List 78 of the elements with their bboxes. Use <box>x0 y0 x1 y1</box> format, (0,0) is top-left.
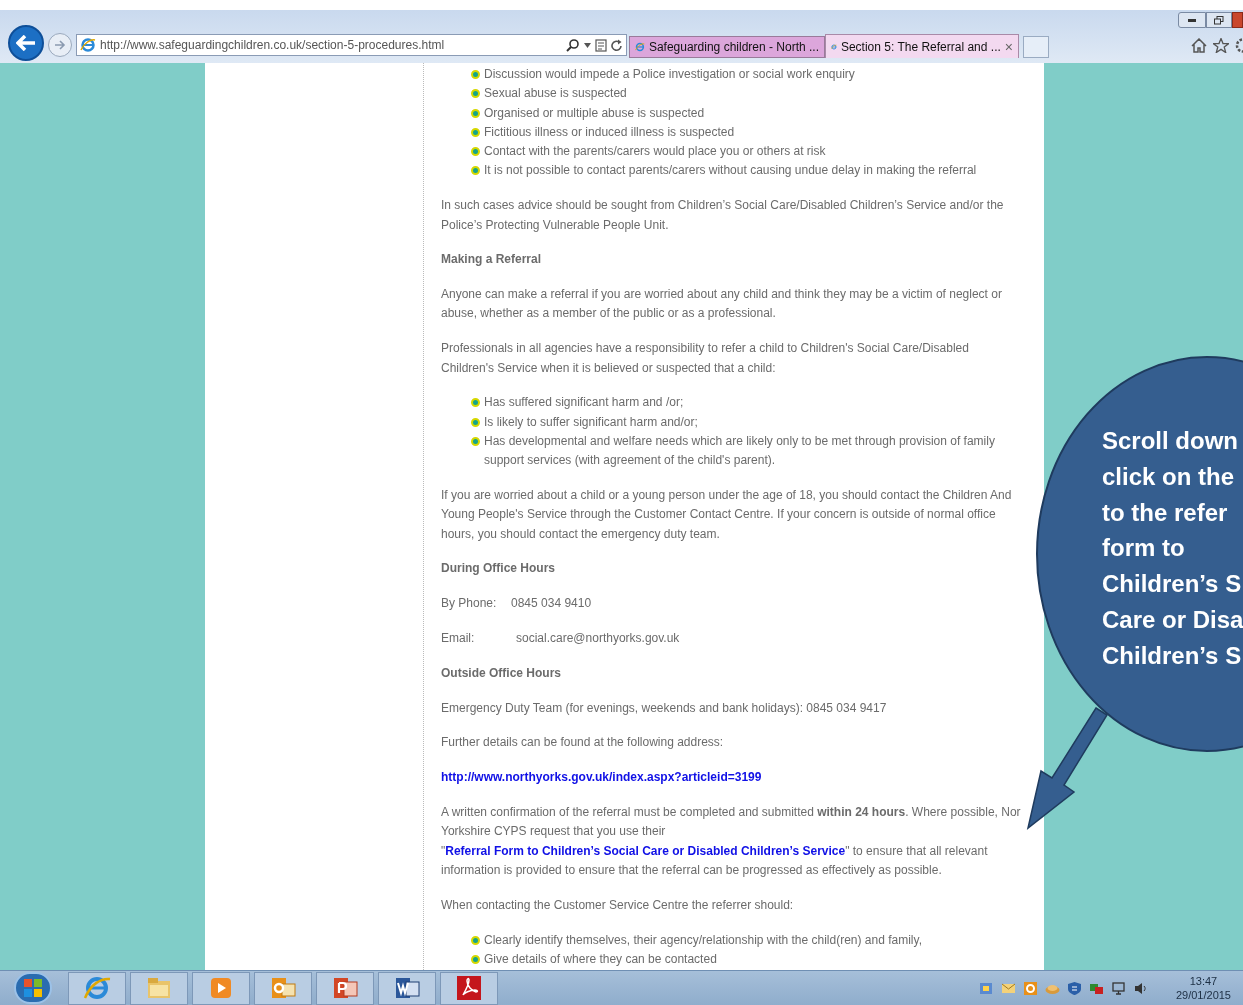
field-label: By Phone: <box>441 595 498 613</box>
search-icon[interactable] <box>566 38 580 52</box>
taskbar-button[interactable] <box>378 971 436 1005</box>
taskbar-button[interactable] <box>316 971 374 1005</box>
outlook-tray-icon[interactable] <box>1022 980 1038 996</box>
restore-icon <box>1214 15 1224 25</box>
dropdown-caret-icon[interactable] <box>584 42 591 48</box>
bullet-text: Give details of where they can be contacted <box>484 950 717 968</box>
bullet-text: Has suffered significant harm and /or; <box>484 394 684 412</box>
paragraph: Further details can be found at the following address: <box>441 734 725 752</box>
paragraph: Professionals in all agencies have a responsibility to refer a child to Children's Social Care/Disabled Children's Service when it is believed or suspected that a child: <box>441 340 970 377</box>
forward-button[interactable] <box>48 33 72 57</box>
start-button[interactable] <box>14 972 52 1004</box>
bullet-text: Discussion would impede a Police investigation or social work enquiry <box>484 66 855 83</box>
home-icon[interactable] <box>1191 38 1207 53</box>
tab-close-button[interactable]: × <box>1004 39 1013 54</box>
address-text: http://www.safeguardingchildren.co.uk/section-5-procedures.html <box>100 37 446 54</box>
clock-time: 13:47 <box>1189 974 1218 988</box>
taskbar-button[interactable] <box>254 971 312 1005</box>
bullet-text: It is not possible to contact parents/carers without causing undue delay in making the referral <box>484 162 977 180</box>
bullet-icon <box>471 70 480 79</box>
callout-text: Scroll down click on the to the refer form to Children’s S Care or Disa Children’s S <box>1102 426 1243 671</box>
bullet-text: Sexual abuse is suspected <box>484 85 627 103</box>
bullet-icon <box>471 417 480 427</box>
paragraph: If you are worried about a child or a young person under the age of 18, you should contact the Children And Young People's Service through the Customer Contact Centre. If your concern is outside of normal office hours, you should contact the emergency duty team. <box>441 487 1013 543</box>
bullet-icon <box>471 108 480 118</box>
bullet-text: Organised or multiple abuse is suspected <box>484 104 705 122</box>
forward-arrow-icon <box>54 40 66 50</box>
paragraph: In such cases advice should be sought from Children’s Social Care/Disabled Children’s Service and/or the Police’s Protecting Vulnerable People Unit. <box>441 197 1005 234</box>
browser-icon <box>83 974 111 1002</box>
back-arrow-icon <box>16 35 36 51</box>
bullet-icon <box>471 166 480 176</box>
taskbar-button[interactable] <box>440 971 498 1005</box>
field-value: social.care@northyorks.gov.uk <box>516 630 680 648</box>
restore-button[interactable] <box>1206 12 1232 28</box>
bullet-text: Contact with the parents/carers would place you or others at risk <box>484 143 826 161</box>
settings-icon[interactable] <box>1235 38 1243 53</box>
windows-logo-icon <box>24 979 42 997</box>
paragraph: A written confirmation of the referral must be completed and submitted within 24 hours. Where possible, Nor Yorkshire CYPS request that you use their "Referral Form to Children’s Social Care or Disabled Children’s Service" to ensure that all relevant information is provided to ensure that the referral can be progressed as effectively as possible. <box>441 804 1022 879</box>
bullet-icon <box>471 954 480 964</box>
ie-icon <box>635 40 645 54</box>
speaker-icon[interactable] <box>1132 980 1148 996</box>
star-icon[interactable] <box>1213 38 1229 53</box>
paragraph: When contacting the Customer Service Centre the referrer should: <box>441 896 795 914</box>
field-value: 0845 034 9410 <box>511 595 592 613</box>
browser-tab[interactable]: Section 5: The Referral and ... × <box>825 34 1019 58</box>
bullet-text: Has developmental and welfare needs which are likely only to be met through provision of family support services (with agreement of the child's parent). <box>484 432 996 470</box>
link[interactable]: Referral Form to Children’s Social Care or Disabled Children’s Service <box>445 843 846 858</box>
compatibility-view-icon[interactable] <box>595 38 607 52</box>
bullet-text: Fictitious illness or induced illness is suspected <box>484 123 735 141</box>
address-bar[interactable]: http://www.safeguardingchildren.co.uk/section-5-procedures.html <box>76 34 627 56</box>
minimize-button[interactable] <box>1178 12 1206 28</box>
refresh-icon[interactable] <box>611 38 623 52</box>
field-label: Email: <box>441 630 476 648</box>
clock-date: 29/01/2015 <box>1175 988 1231 1002</box>
shield-icon[interactable] <box>1066 980 1082 996</box>
bullet-text: Is likely to suffer significant harm and/or; <box>484 413 698 431</box>
section-heading: During Office Hours <box>441 560 556 578</box>
paragraph: Emergency Duty Team (for evenings, weekends and bank holidays): 0845 034 9417 <box>441 699 888 717</box>
bullet-icon <box>471 935 480 945</box>
bullet-icon <box>471 127 480 137</box>
ie-icon <box>80 37 96 53</box>
bullet-icon <box>471 436 480 446</box>
back-button[interactable] <box>8 25 44 61</box>
tray-app-icon[interactable] <box>978 980 994 996</box>
bullet-icon <box>471 398 480 408</box>
new-tab-button[interactable] <box>1023 36 1049 58</box>
browser-tab[interactable]: Safeguarding children - North ... <box>629 36 825 58</box>
bullet-icon <box>471 89 480 99</box>
paragraph: Anyone can make a referral if you are worried about any child and think they may be a victim of neglect or abuse, whether as a member of the public or as a professional. <box>441 286 1003 323</box>
section-heading: Making a Referral <box>441 251 543 269</box>
minimize-icon <box>1188 18 1196 22</box>
pdf-icon <box>455 974 483 1002</box>
bullet-icon <box>471 147 480 157</box>
bullet-text: Clearly identify themselves, their agency/relationship with the child(ren) and family, <box>484 931 922 949</box>
monitor-icon[interactable] <box>1110 980 1126 996</box>
section-heading: Outside Office Hours <box>441 664 563 682</box>
link[interactable]: http://www.northyorks.gov.uk/index.aspx?articleid=3199 <box>441 770 762 785</box>
